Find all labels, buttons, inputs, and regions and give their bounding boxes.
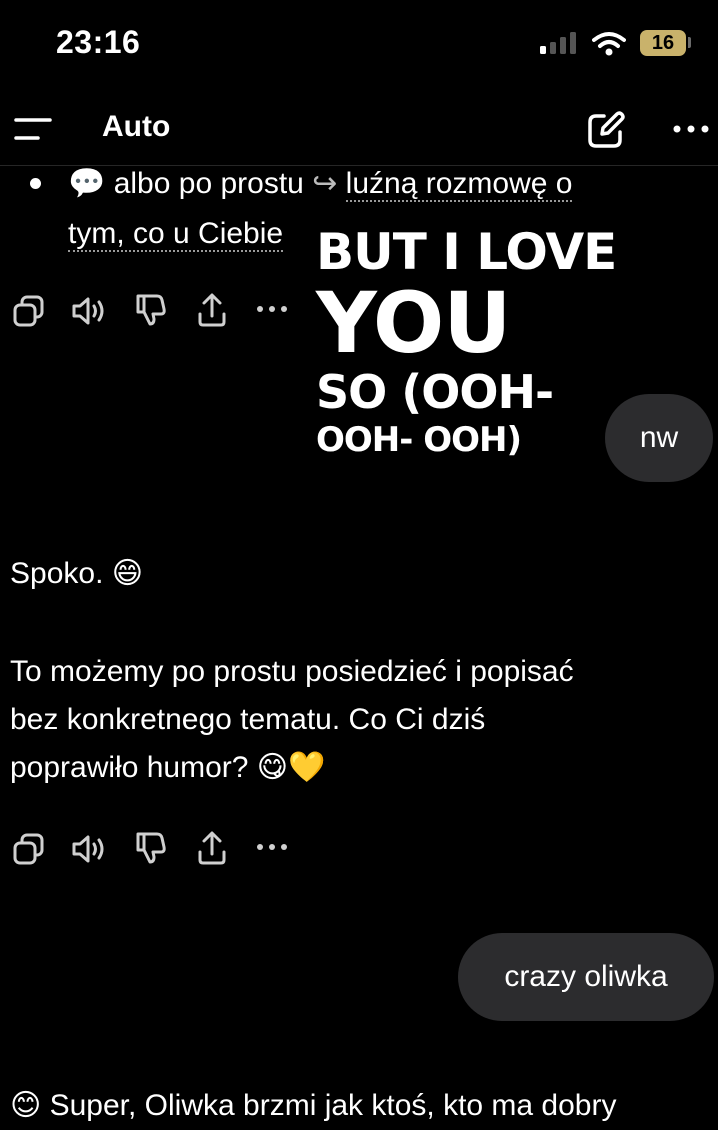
bullet-dot — [30, 178, 41, 189]
ellipsis-icon[interactable] — [672, 122, 710, 136]
thumbs-down-icon[interactable] — [132, 292, 168, 328]
assistant-paragraph-line: To możemy po prostu posiedzieć i popisać — [10, 655, 574, 688]
compose-icon[interactable] — [586, 110, 626, 150]
status-time: 23:16 — [56, 24, 141, 60]
wifi-icon — [592, 32, 626, 56]
assistant-reply-line-1: Spoko. 😄 — [10, 557, 144, 590]
assistant-paragraph-line: poprawiło humor? 😋💛 — [10, 751, 326, 784]
hamburger-menu-icon[interactable] — [14, 116, 52, 142]
copy-icon[interactable] — [12, 294, 46, 328]
assistant-paragraph-line: bez konkretnego tematu. Co Ci dziś — [10, 703, 486, 736]
bullet-text: albo po prostu — [113, 167, 304, 200]
lyrics-line-3: SO (OOH- — [316, 365, 554, 419]
lyrics-line-1: BUT I LOVE — [316, 223, 617, 281]
speaker-icon[interactable] — [70, 294, 108, 328]
bullet-line-2: tym, co u Ciebie — [68, 210, 284, 258]
speaker-icon[interactable] — [70, 832, 108, 866]
cellular-signal-icon — [540, 32, 580, 54]
lyrics-line-4: OOH- OOH) — [316, 420, 522, 460]
user-message-bubble[interactable]: nw — [605, 394, 713, 482]
user-message-text: crazy oliwka — [504, 960, 668, 993]
header-title[interactable]: Auto — [102, 110, 170, 144]
partial-assistant-text: 😊 Super, Oliwka brzmi jak ktoś, kto ma d… — [10, 1089, 617, 1122]
bullet-line-1: 💬 albo po prostu ↪ luźną rozmowę o — [68, 160, 573, 208]
speech-bubble-emoji: 💬 — [68, 167, 106, 200]
thumbs-down-icon[interactable] — [132, 830, 168, 866]
assistant-reply-paragraph: To możemy po prostu posiedzieć i popisać… — [10, 648, 574, 792]
reply-arrow-icon: ↪ — [312, 167, 338, 200]
more-icon[interactable] — [256, 842, 288, 852]
bullet-link-part2[interactable]: tym, co u Ciebie — [68, 217, 284, 252]
share-icon[interactable] — [196, 830, 228, 866]
copy-icon[interactable] — [12, 832, 46, 866]
message-actions-1 — [10, 290, 300, 330]
share-icon[interactable] — [196, 292, 228, 328]
battery-cap — [688, 37, 691, 48]
bullet-link-part1[interactable]: luźną rozmowę o — [345, 167, 573, 202]
user-message-bubble[interactable]: crazy oliwka — [458, 933, 714, 1021]
more-icon[interactable] — [256, 304, 288, 314]
user-message-text: nw — [639, 421, 679, 454]
battery-indicator: 16 — [640, 30, 686, 56]
lyrics-line-2: YOU — [316, 274, 511, 372]
message-actions-2 — [10, 828, 300, 868]
